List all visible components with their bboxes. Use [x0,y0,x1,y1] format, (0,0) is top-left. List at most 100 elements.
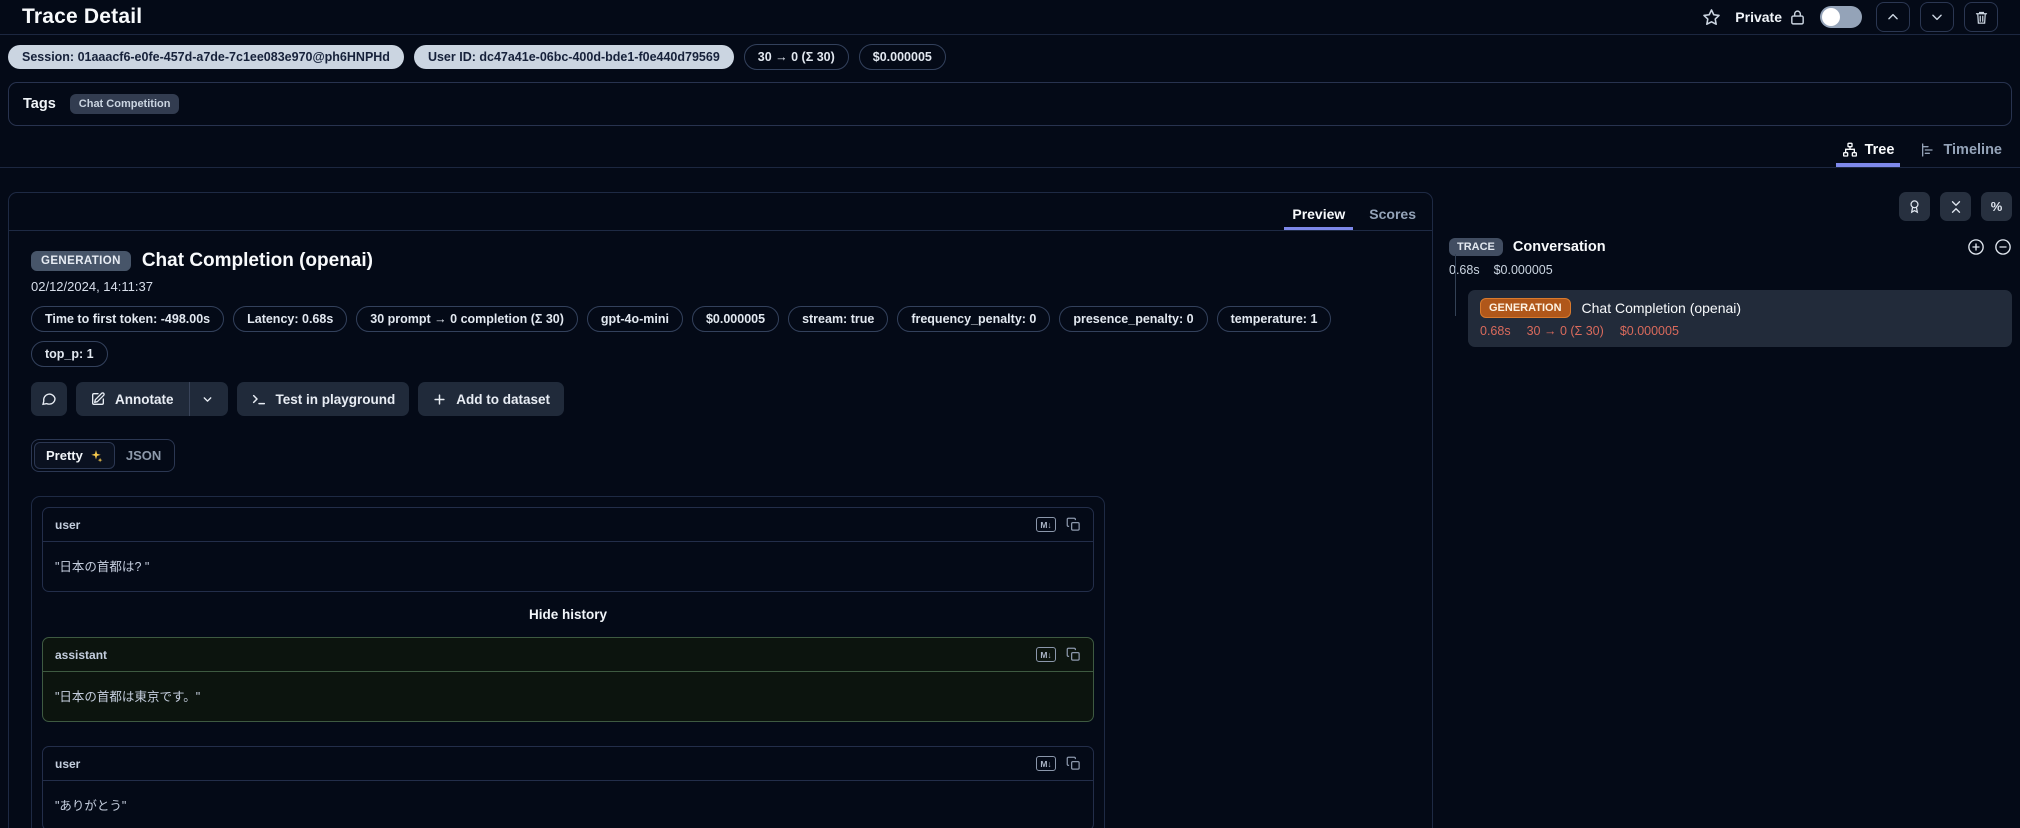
trace-latency: 0.68s [1449,263,1480,277]
test-in-playground-label: Test in playground [275,391,396,407]
annotate-label: Annotate [115,391,174,407]
format-pretty-label: Pretty [46,448,83,463]
observation-title: Chat Completion (openai) [141,250,373,271]
plus-icon [434,393,445,405]
view-tabs: Tree Timeline [0,126,2020,168]
observation-type-badge: GENERATION [31,251,131,271]
hide-history-button[interactable]: Hide history [42,607,1094,622]
message-user-2: user M↓ "ありがとう" [42,746,1094,828]
copy-icon[interactable] [1066,517,1081,532]
comment-button[interactable] [31,382,67,416]
page-title: Trace Detail [22,5,143,28]
toggle-knob [1822,8,1840,26]
percent-icon: % [1990,199,2003,214]
next-trace-button[interactable] [1920,2,1954,32]
observation-preview-card: Preview Scores GENERATION Chat Completio… [8,192,1433,828]
token-usage-badge: 30 → 0 (Σ 30) [743,44,849,70]
generation-cost: $0.000005 [1619,324,1679,338]
comment-icon [42,393,56,406]
message-user-1: user M↓ "日本の首都は? " [42,507,1094,592]
trace-tree-panel: % TRACE Conversation 0.68s $0.000005 GEN… [1449,192,2012,347]
copy-icon[interactable] [1066,647,1081,662]
observation-actions: Annotate Test in playground Add to datas… [31,382,1410,416]
tree-controls: % [1449,192,2012,221]
markdown-toggle-icon[interactable]: M↓ [1036,647,1056,662]
message-role: assistant [55,647,108,662]
message-role: user [55,517,81,532]
previous-trace-button[interactable] [1876,2,1910,32]
markdown-toggle-icon[interactable]: M↓ [1036,756,1056,771]
meta-badge-presence-penalty: presence_penalty: 0 [1059,306,1208,332]
generation-node-selected[interactable]: GENERATION Chat Completion (openai) 0.68… [1468,290,2012,347]
tab-tree-label: Tree [1864,142,1895,158]
lock-icon [1789,9,1806,26]
trace-metrics: 0.68s $0.000005 [1449,263,2012,277]
toggle-metrics-button[interactable]: % [1981,192,2012,221]
test-in-playground-button[interactable]: Test in playground [236,382,410,416]
trash-icon [1975,11,1987,24]
collapse-node-icon[interactable] [1994,238,2012,256]
tags-section: Tags Chat Competition [8,82,2012,126]
tab-scores[interactable]: Scores [1369,206,1416,230]
meta-badge-tokens: 30 prompt → 0 completion (Σ 30) [356,306,578,332]
copy-icon[interactable] [1066,756,1081,771]
message-content: "日本の首都は? " [55,560,150,574]
message-content: "ありがとう" [55,799,127,813]
markdown-toggle-icon[interactable]: M↓ [1036,517,1056,532]
terminal-icon [252,394,265,405]
format-toggle: Pretty JSON [31,439,176,472]
chevron-up-icon [1888,13,1898,20]
generation-tokens: 30 → 0 (Σ 30) [1526,324,1604,338]
preview-scores-tabs: Preview Scores [9,193,1432,231]
meta-badge-model[interactable]: gpt-4o-mini [586,306,683,332]
chevron-down-icon [1932,14,1942,21]
format-pretty-segment[interactable]: Pretty [34,442,115,469]
bookmark-star-icon[interactable] [1702,8,1721,27]
button-divider [188,382,190,416]
message-content: "日本の首都は東京です。" [55,690,201,704]
meta-badge-top-p: top_p: 1 [31,341,108,367]
trace-node[interactable]: TRACE Conversation [1449,238,2012,256]
public-toggle[interactable] [1820,6,1862,28]
timeline-icon [1922,143,1934,157]
collapse-all-button[interactable] [1940,192,1971,221]
chevrons-collapse-icon [1951,200,1960,213]
observation-meta-badges: Time to first token: -498.00s Latency: 0… [31,306,1410,367]
expand-all-icon[interactable] [1967,238,1985,256]
generation-name: Chat Completion (openai) [1581,300,1742,316]
generation-latency: 0.68s [1480,324,1511,338]
tab-tree[interactable]: Tree [1835,142,1901,167]
privacy-label: Private [1735,9,1782,25]
sparkles-icon [91,449,103,462]
annotate-button[interactable]: Annotate [76,382,228,416]
cost-badge: $0.000005 [858,44,946,70]
meta-badge-cost: $0.000005 [691,306,780,332]
meta-badge-stream: stream: true [788,306,889,332]
tree-connector-line [1455,254,1456,316]
tag-chip[interactable]: Chat Competition [69,94,180,114]
add-to-dataset-label: Add to dataset [456,391,551,407]
generation-metrics: 0.68s 30 → 0 (Σ 30) $0.000005 [1480,324,2000,338]
user-id-badge[interactable]: User ID: dc47a41e-06bc-400d-bde1-f0e440d… [413,45,734,69]
messages-container: user M↓ "日本の首都は? " Hide history assistan… [31,496,1105,828]
trace-type-badge: TRACE [1449,238,1503,256]
page-header: Trace Detail Private [0,0,2020,35]
message-role: user [55,756,81,771]
observation-timestamp: 02/12/2024, 14:11:37 [31,279,153,294]
trace-cost: $0.000005 [1493,263,1553,277]
trace-name: Conversation [1512,239,1606,255]
tree-icon [1842,142,1857,157]
tags-label: Tags [23,96,56,112]
tab-preview[interactable]: Preview [1284,206,1354,230]
delete-trace-button[interactable] [1964,2,1998,32]
message-assistant: assistant M↓ "日本の首都は東京です。" [42,637,1094,722]
generation-type-badge: GENERATION [1480,298,1571,318]
privacy-status: Private [1735,9,1806,26]
tab-timeline[interactable]: Timeline [1920,142,2002,167]
meta-badge-temperature: temperature: 1 [1216,306,1332,332]
award-icon [1910,200,1919,214]
add-to-dataset-button[interactable]: Add to dataset [418,382,565,416]
session-badge[interactable]: Session: 01aaacf6-e0fe-457d-a7de-7c1ee08… [8,45,404,69]
format-json-segment[interactable]: JSON [115,443,172,468]
toggle-scores-button[interactable] [1899,192,1930,221]
